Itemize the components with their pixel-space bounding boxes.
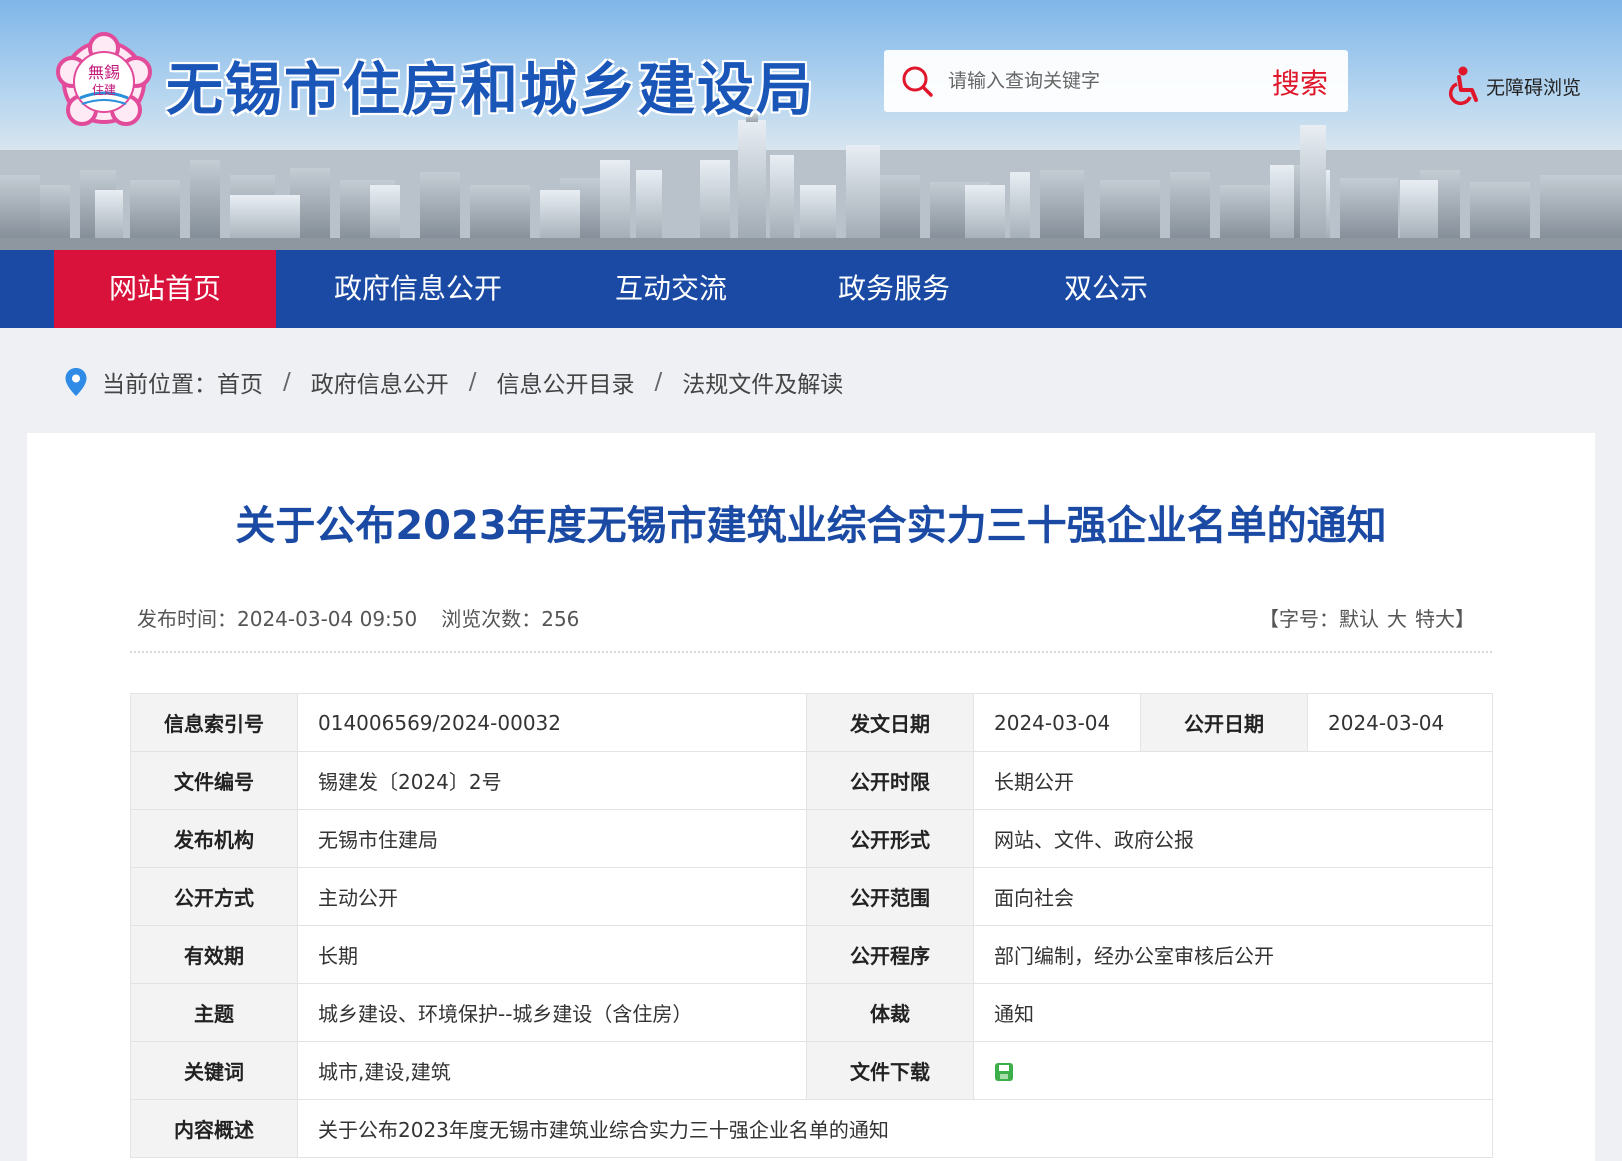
keywords-value: 城市,建设,建筑	[297, 1041, 807, 1100]
accessibility-label: 无障碍浏览	[1486, 76, 1582, 99]
doc-no-value: 锡建发〔2024〕2号	[297, 751, 807, 810]
breadcrumb-info-catalog[interactable]: 信息公开目录	[497, 365, 635, 399]
font-size-xlarge[interactable]: 特大	[1415, 607, 1455, 631]
font-size-default[interactable]: 默认	[1339, 607, 1379, 631]
doc-no-label: 文件编号	[130, 751, 298, 810]
table-row: 发布机构 无锡市住建局 公开形式 网站、文件、政府公报	[130, 809, 1493, 868]
topic-value: 城乡建设、环境保护--城乡建设（含住房）	[297, 983, 807, 1042]
accessibility-link[interactable]: 无障碍浏览	[1446, 66, 1581, 106]
breadcrumb-gov-info[interactable]: 政府信息公开	[311, 365, 449, 399]
breadcrumb-separator: /	[283, 369, 291, 395]
svg-text:無錫: 無錫	[88, 63, 120, 82]
summary-value: 关于公布2023年度无锡市建筑业综合实力三十强企业名单的通知	[297, 1099, 1493, 1158]
method-value: 主动公开	[297, 867, 807, 926]
table-row: 文件编号 锡建发〔2024〕2号 公开时限 长期公开	[130, 751, 1493, 810]
keywords-label: 关键词	[130, 1041, 298, 1100]
svg-text:住建: 住建	[92, 83, 116, 97]
location-pin-icon	[65, 368, 87, 396]
org-label: 发布机构	[130, 809, 298, 868]
procedure-label: 公开程序	[806, 925, 974, 984]
views-count: 256	[541, 607, 580, 631]
table-row: 有效期 长期 公开程序 部门编制，经办公室审核后公开	[130, 925, 1493, 984]
search-button[interactable]: 搜索	[1272, 62, 1328, 102]
download-label: 文件下载	[806, 1041, 974, 1100]
info-table: 信息索引号 014006569/2024-00032 发文日期 2024-03-…	[130, 693, 1493, 1158]
publish-time: 2024-03-04 09:50	[237, 607, 418, 631]
scope-label: 公开范围	[806, 867, 974, 926]
topic-label: 主题	[130, 983, 298, 1042]
table-row: 关键词 城市,建设,建筑 文件下载	[130, 1041, 1493, 1100]
table-row: 公开方式 主动公开 公开范围 面向社会	[130, 867, 1493, 926]
breadcrumb-prefix: 当前位置：	[102, 372, 217, 398]
limit-label: 公开时限	[806, 751, 974, 810]
table-row: 主题 城乡建设、环境保护--城乡建设（含住房） 体裁 通知	[130, 983, 1493, 1042]
form-value: 网站、文件、政府公报	[973, 809, 1493, 868]
search-input[interactable]	[948, 61, 1248, 101]
nav-item-dual-publicity[interactable]: 双公示	[1036, 250, 1176, 328]
search-icon	[902, 66, 933, 97]
method-label: 公开方式	[130, 867, 298, 926]
main-nav: 网站首页 政府信息公开 互动交流 政务服务 双公示	[0, 250, 1622, 328]
table-row: 内容概述 关于公布2023年度无锡市建筑业综合实力三十强企业名单的通知	[130, 1099, 1493, 1158]
site-title: 无锡市住房和城乡建设局	[166, 57, 815, 123]
font-size-switcher: 【字号：默认大特大】	[1259, 603, 1475, 632]
scope-value: 面向社会	[973, 867, 1493, 926]
nav-item-gov-info[interactable]: 政府信息公开	[306, 250, 530, 328]
font-size-suffix: 】	[1455, 607, 1475, 631]
site-logo: 無錫 住建	[56, 32, 152, 126]
search-box: 搜索	[884, 50, 1348, 112]
breadcrumb-separator: /	[468, 369, 477, 395]
procedure-value: 部门编制，经办公室审核后公开	[973, 925, 1493, 984]
file-download-icon[interactable]	[994, 1062, 1014, 1082]
valid-value: 长期	[297, 925, 807, 984]
limit-value: 长期公开	[973, 751, 1493, 810]
wheelchair-icon	[1449, 66, 1478, 105]
issue-date-label: 发文日期	[806, 693, 974, 752]
breadcrumb-separator: /	[654, 369, 663, 395]
org-value: 无锡市住建局	[297, 809, 807, 868]
header-banner: 無錫 住建 无锡市住房和城乡建设局 搜索 无障碍浏览	[0, 0, 1622, 250]
genre-value: 通知	[973, 983, 1493, 1042]
breadcrumb: 当前位置： 首页 / 政府信息公开 / 信息公开目录 / 法规文件及解读	[64, 364, 843, 400]
breadcrumb-home[interactable]: 首页	[217, 365, 263, 399]
font-size-prefix: 【字号：	[1259, 607, 1339, 631]
article-meta: 发布时间：2024-03-04 09:50 浏览次数：256	[137, 603, 579, 632]
nav-item-home[interactable]: 网站首页	[54, 250, 276, 328]
public-date-label: 公开日期	[1140, 693, 1308, 752]
nav-item-interaction[interactable]: 互动交流	[588, 250, 754, 328]
form-label: 公开形式	[806, 809, 974, 868]
article-card: 关于公布2023年度无锡市建筑业综合实力三十强企业名单的通知 发布时间：2024…	[27, 433, 1595, 1161]
publish-time-label: 发布时间：	[137, 607, 237, 631]
public-date-value: 2024-03-04	[1307, 693, 1493, 752]
breadcrumb-regulations[interactable]: 法规文件及解读	[682, 365, 843, 399]
summary-label: 内容概述	[130, 1099, 298, 1158]
index-value: 014006569/2024-00032	[297, 693, 807, 752]
genre-label: 体裁	[806, 983, 974, 1042]
index-label: 信息索引号	[130, 693, 298, 752]
issue-date-value: 2024-03-04	[973, 693, 1141, 752]
views-label: 浏览次数：	[441, 607, 542, 631]
valid-label: 有效期	[130, 925, 298, 984]
font-size-large[interactable]: 大	[1387, 607, 1407, 631]
nav-item-services[interactable]: 政务服务	[810, 250, 978, 328]
meta-divider	[130, 651, 1492, 653]
article-title: 关于公布2023年度无锡市建筑业综合实力三十强企业名单的通知	[235, 503, 1387, 549]
download-cell	[973, 1041, 1493, 1100]
table-row: 信息索引号 014006569/2024-00032 发文日期 2024-03-…	[130, 693, 1493, 752]
